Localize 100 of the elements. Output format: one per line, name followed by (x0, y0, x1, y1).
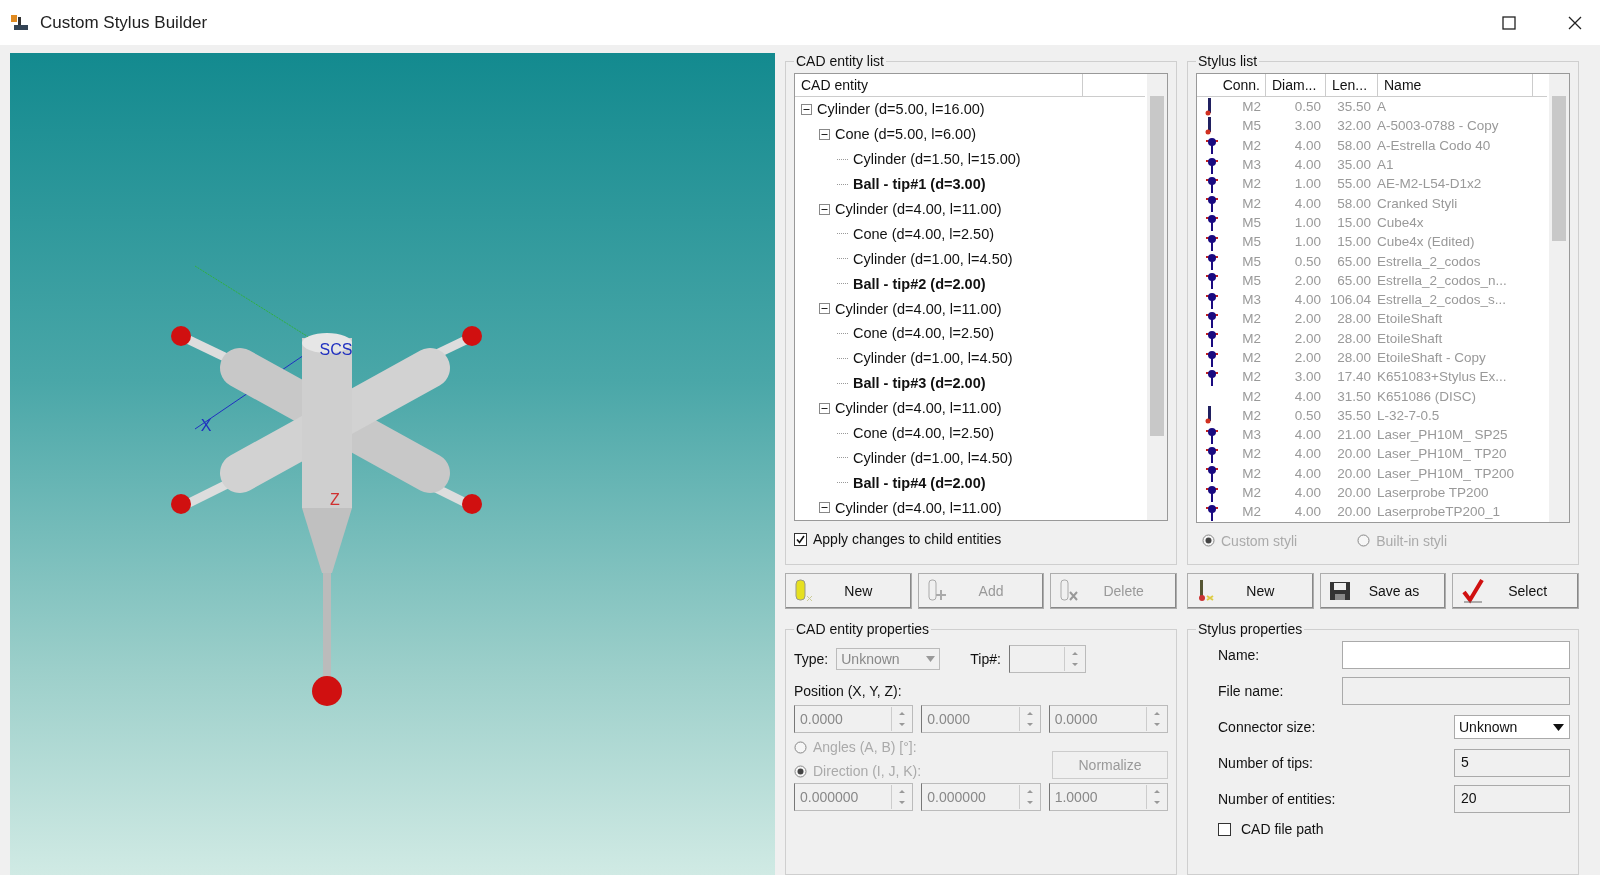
tree-item[interactable]: Cylinder (d=4.00, l=11.00) (835, 499, 1002, 516)
radio-button[interactable] (794, 740, 807, 754)
column-header[interactable]: Len... (1326, 74, 1378, 96)
group-title: CAD entity properties (795, 621, 931, 637)
table-cell-text: Laser_PH10M_ TP20 (1376, 446, 1508, 462)
table-cell-text: M2 (1242, 176, 1262, 192)
radio-button[interactable] (794, 764, 807, 778)
table-cell-text: A-Estrella Codo 40 (1376, 137, 1492, 153)
collapse-toggle-icon[interactable] (819, 128, 830, 140)
3d-viewport[interactable]: SCS X Z (10, 53, 775, 875)
maximize-icon[interactable] (1502, 15, 1516, 30)
field-label: Tip#: (970, 651, 1001, 667)
table-cell-text: A (1376, 99, 1387, 115)
scrollbar[interactable] (1549, 74, 1569, 522)
tree-item[interactable]: Cylinder (d=1.00, l=4.50) (853, 350, 1013, 367)
table-cell-text: 32.00 (1336, 118, 1372, 134)
field-label: Number of entities: (1218, 791, 1336, 807)
table-cell-text: EtoileShaft (1376, 330, 1444, 346)
radio-button[interactable] (1357, 534, 1371, 548)
table-cell-text: 31.50 (1336, 388, 1372, 404)
table-cell-text: M2 (1242, 311, 1262, 327)
new-button[interactable]: New (785, 573, 912, 609)
table-cell-text: 35.50 (1336, 407, 1372, 423)
tree-item[interactable]: Ball - tip#2 (d=2.00) (853, 275, 986, 292)
column-header[interactable]: Diam... (1266, 74, 1326, 96)
table-cell-text: M3 (1242, 292, 1262, 308)
table-cell-text: 3.00 (1293, 118, 1322, 134)
table-cell-text: M2 (1242, 330, 1262, 346)
dropdown-arrow-icon (926, 656, 936, 662)
table-cell-text: EtoileShaft - Copy (1376, 350, 1487, 365)
axis-label: SCS (319, 341, 353, 358)
entities-count-field[interactable]: 20 (1454, 785, 1570, 813)
field-label: Position (X, Y, Z): (794, 683, 903, 699)
cylinder-plus-icon (926, 578, 947, 604)
group-title: Stylus properties (1197, 621, 1304, 637)
scrollbar[interactable] (1147, 74, 1167, 521)
table-cell-text: 2.00 (1293, 272, 1322, 288)
table-cell-text: Laser_PH10M_ TP200 (1376, 465, 1516, 481)
tree-item[interactable]: Cone (d=4.00, l=2.50) (853, 325, 995, 342)
cylinder-cross-icon (1059, 578, 1080, 604)
collapse-toggle-icon[interactable] (819, 502, 830, 514)
table-cell-text: 4.00 (1293, 504, 1322, 520)
table-cell-text: Estrella_2_codos_n... (1376, 272, 1508, 288)
new-button[interactable]: New (1187, 573, 1314, 609)
column-header[interactable]: Conn. (1197, 74, 1266, 96)
name-input[interactable] (1342, 641, 1570, 669)
tree-item[interactable]: Cone (d=4.00, l=2.50) (853, 425, 995, 441)
column-header[interactable]: CAD entity (795, 74, 1083, 96)
axis-label: X (200, 417, 212, 434)
table-cell-text: 17.40 (1336, 369, 1372, 385)
table-cell-text: 28.00 (1336, 330, 1372, 346)
radio-label: Angles (A, B) [°]: (813, 739, 917, 755)
tips-count-field[interactable]: 5 (1454, 749, 1570, 777)
tree-item[interactable]: Cone (d=5.00, l=6.00) (835, 126, 977, 143)
apply-changes-checkbox[interactable] (794, 532, 807, 546)
tree-item[interactable]: Cylinder (d=4.00, l=11.00) (835, 400, 1002, 417)
tree-item[interactable]: Cylinder (d=5.00, l=16.00) (817, 101, 985, 118)
table-cell-text: Cube4x (1376, 214, 1425, 230)
table-cell-text: 15.00 (1336, 234, 1372, 250)
tree-item[interactable]: Cylinder (d=1.00, l=4.50) (853, 250, 1013, 267)
connector-size-dropdown[interactable]: Unknown (1454, 715, 1570, 739)
close-icon[interactable] (1568, 15, 1582, 30)
collapse-toggle-icon[interactable] (819, 203, 830, 215)
table-cell-text: M5 (1242, 272, 1262, 288)
checkmark-icon (1461, 578, 1486, 604)
table-cell-text: 4.00 (1293, 157, 1322, 173)
table-cell-text: 28.00 (1336, 350, 1372, 365)
tree-item[interactable]: Ball - tip#3 (d=2.00) (853, 375, 986, 392)
table-cell-text: M2 (1242, 350, 1262, 365)
tree-item[interactable]: Cylinder (d=1.00, l=4.50) (853, 449, 1013, 466)
group-title: Stylus list (1197, 53, 1259, 69)
table-cell-text: 4.00 (1293, 465, 1322, 481)
table-cell-text: 4.00 (1293, 427, 1322, 443)
tree-item[interactable]: Cone (d=4.00, l=2.50) (853, 225, 995, 242)
table-cell-text: 1.00 (1293, 176, 1322, 192)
column-header[interactable]: Name (1378, 74, 1533, 96)
table-cell-text: 4.00 (1293, 388, 1322, 404)
tree-item[interactable]: Ball - tip#4 (d=2.00) (853, 474, 986, 491)
collapse-toggle-icon[interactable] (819, 402, 830, 414)
table-cell-text: EtoileShaft (1376, 311, 1444, 327)
tree-item[interactable]: Cylinder (d=4.00, l=11.00) (835, 300, 1002, 317)
table-cell-text: 4.00 (1293, 292, 1322, 308)
collapse-toggle-icon[interactable] (819, 303, 830, 315)
select-button[interactable]: Select (1452, 573, 1579, 609)
save-button[interactable]: Save as (1319, 573, 1447, 609)
radio-label: Custom styli (1221, 532, 1298, 549)
table-cell-text: 35.50 (1336, 99, 1372, 115)
collapse-toggle-icon[interactable] (801, 103, 812, 115)
table-cell-text: Laser_PH10M_ SP25 (1376, 427, 1509, 443)
table-cell-text: M2 (1242, 446, 1262, 462)
window-title: Custom Stylus Builder (40, 12, 208, 33)
tree-item[interactable]: Cylinder (d=1.50, l=15.00) (853, 151, 1021, 168)
cad-file-path-checkbox[interactable] (1218, 822, 1231, 836)
table-cell-text: A-5003-0788 - Copy (1376, 118, 1500, 134)
tree-item[interactable]: Cylinder (d=4.00, l=11.00) (835, 201, 1002, 217)
table-cell-text: M2 (1242, 369, 1262, 385)
tree-item[interactable]: Ball - tip#1 (d=3.00) (853, 176, 986, 193)
table-cell-text: Estrella_2_codos_s... (1376, 292, 1508, 308)
radio-button[interactable] (1202, 534, 1215, 548)
field-label: File name: (1218, 683, 1284, 699)
